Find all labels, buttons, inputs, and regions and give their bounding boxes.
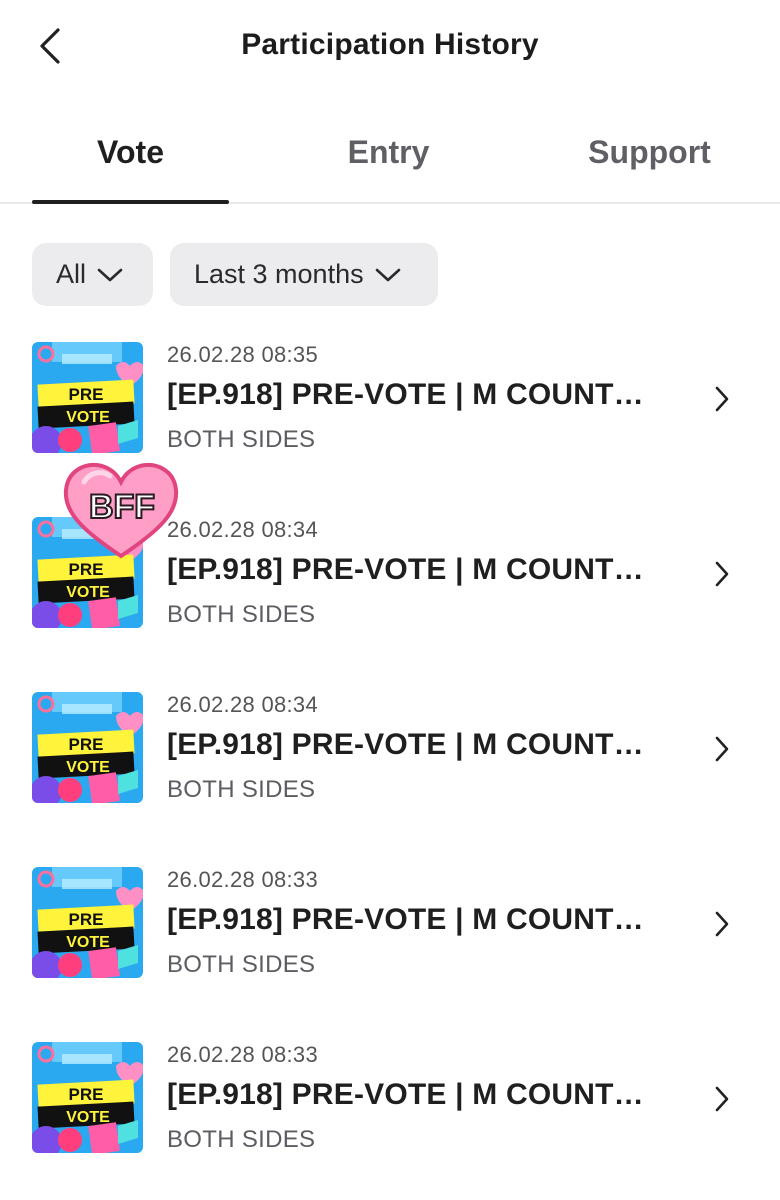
item-date: 26.02.28 08:33 [167,1042,319,1067]
tab-label: Entry [347,134,430,170]
item-title: [EP.918] PRE-VOTE | M COUNTDOWN [167,378,662,411]
chevron-right-icon [708,382,736,416]
list-item[interactable]: PRE VOTE 26.02.28 08:34 [EP.918] PRE-VOT… [0,692,780,822]
svg-text:VOTE: VOTE [66,584,110,601]
svg-text:PRE: PRE [69,1085,104,1104]
svg-text:VOTE: VOTE [66,934,110,951]
item-subtitle: BOTH SIDES [167,1126,316,1153]
svg-text:VOTE: VOTE [66,409,110,426]
item-title: [EP.918] PRE-VOTE | M COUNTDOWN [167,1078,662,1111]
pre-vote-thumbnail: PRE VOTE [32,517,143,628]
item-title: [EP.918] PRE-VOTE | M COUNTDOWN [167,553,662,586]
svg-text:PRE: PRE [69,385,104,404]
item-date: 26.02.28 08:33 [167,867,319,892]
item-subtitle: BOTH SIDES [167,776,316,803]
chevron-down-icon [96,267,124,283]
svg-text:VOTE: VOTE [66,759,110,776]
tab-bar: Vote Entry Support [0,110,780,204]
item-date: 26.02.28 08:35 [167,342,319,367]
chevron-right-icon [708,1082,736,1116]
tab-label: Support [588,134,711,170]
item-subtitle: BOTH SIDES [167,951,316,978]
pre-vote-thumbnail: PRE VOTE [32,1042,143,1153]
svg-text:VOTE: VOTE [66,1109,110,1126]
list-item[interactable]: PRE VOTE 26.02.28 08:33 [EP.918] PRE-VOT… [0,867,780,997]
item-title: [EP.918] PRE-VOTE | M COUNTDOWN [167,728,662,761]
item-date: 26.02.28 08:34 [167,517,319,542]
list-item[interactable]: PRE VOTE 26.02.28 08:34 [EP.918] PRE-VOT… [0,517,780,647]
list-item[interactable]: PRE VOTE 26.02.28 08:35 [EP.918] PRE-VOT… [0,342,780,472]
filter-label: Last 3 months [194,259,364,289]
pre-vote-thumbnail: PRE VOTE [32,867,143,978]
pre-vote-thumbnail: PRE VOTE [32,692,143,803]
filter-period-dropdown[interactable]: Last 3 months [170,243,438,306]
svg-text:PRE: PRE [69,910,104,929]
active-tab-indicator [32,200,229,204]
svg-text:PRE: PRE [69,735,104,754]
tab-vote[interactable]: Vote [32,134,229,204]
tab-label: Vote [97,134,164,170]
item-subtitle: BOTH SIDES [167,601,316,628]
list-item[interactable]: PRE VOTE 26.02.28 08:33 [EP.918] PRE-VOT… [0,1042,780,1172]
tab-support[interactable]: Support [551,134,748,204]
chevron-right-icon [708,732,736,766]
pre-vote-thumbnail: PRE VOTE [32,342,143,453]
chevron-down-icon [374,267,402,283]
item-title: [EP.918] PRE-VOTE | M COUNTDOWN [167,903,662,936]
svg-text:PRE: PRE [69,560,104,579]
tab-entry[interactable]: Entry [290,134,487,204]
item-date: 26.02.28 08:34 [167,692,319,717]
page-title: Participation History [241,28,539,61]
header: Participation History [0,0,780,96]
chevron-right-icon [708,557,736,591]
item-subtitle: BOTH SIDES [167,426,316,453]
chevron-right-icon [708,907,736,941]
filter-type-dropdown[interactable]: All [32,243,153,306]
filter-label: All [56,259,87,289]
